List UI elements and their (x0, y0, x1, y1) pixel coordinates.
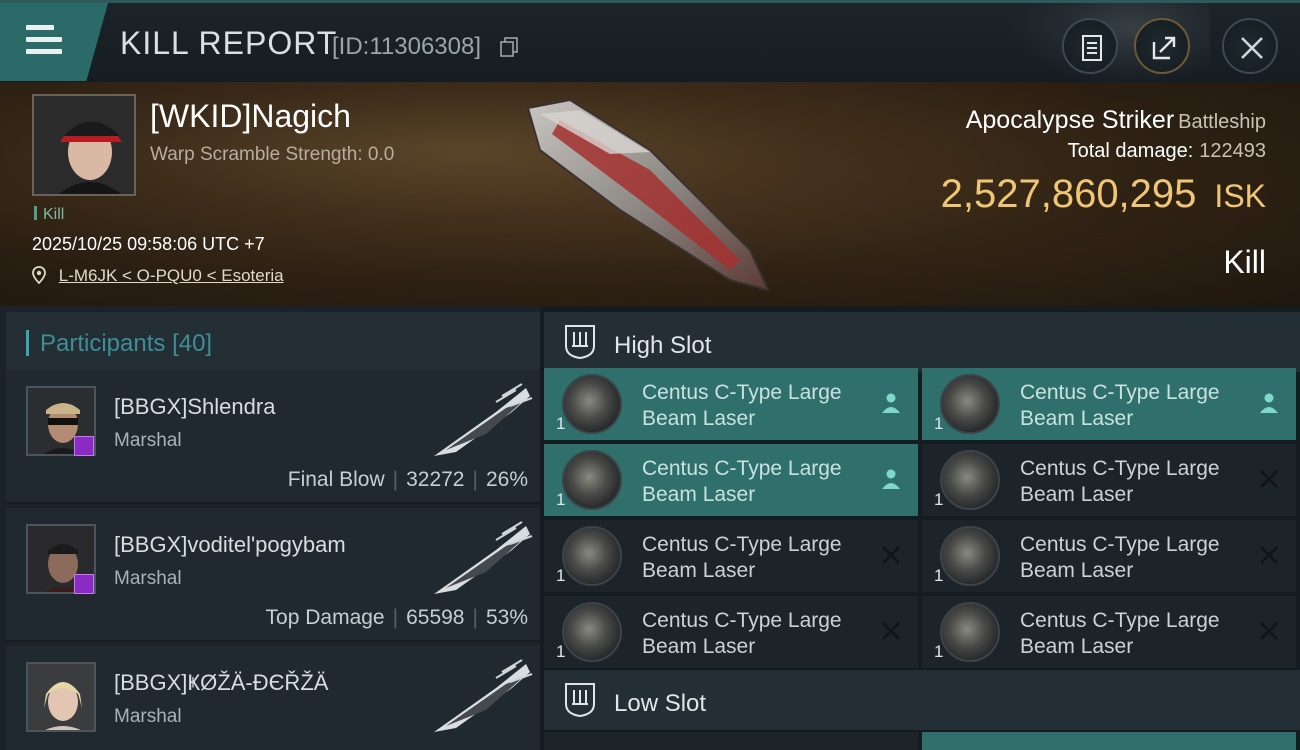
high-slot-icon (565, 325, 595, 360)
module-name: Centus C-Type Large Beam Laser (1020, 609, 1220, 658)
module-name: Centus C-Type Large Beam Laser (1020, 457, 1220, 506)
beam-laser-module-icon (940, 450, 1000, 510)
participants-panel: Participants [40] [BBGX]Shlendra Marshal… (0, 306, 540, 750)
kill-tag: Kill (34, 206, 64, 224)
module-name: Centus C-Type Large Beam Laser (642, 457, 842, 506)
top-bar: KILL REPORT [ID:11306308] (0, 0, 1300, 85)
share-button[interactable] (1134, 18, 1190, 74)
high-slot-item[interactable]: 1 Centus C-Type Large Beam Laser (922, 520, 1296, 592)
menu-button[interactable] (0, 3, 108, 81)
beam-laser-module-icon (940, 526, 1000, 586)
total-damage: Total damage: 122493 (1067, 140, 1266, 162)
module-quantity: 1 (556, 490, 566, 509)
beam-laser-module-icon (562, 374, 622, 434)
person-icon (1260, 393, 1278, 413)
module-name: Centus C-Type Large Beam Laser (1020, 381, 1220, 430)
victim-portrait[interactable] (32, 94, 136, 196)
person-icon (882, 393, 900, 413)
participant-ship-icon (434, 659, 533, 732)
module-quantity: 1 (556, 566, 566, 585)
low-slot-icon (565, 683, 595, 718)
person-icon (882, 469, 900, 489)
participant-row[interactable]: [BBGX]ҜØŽÄ-ĐЄŘŽÄ Marshal (6, 646, 540, 750)
beam-laser-module-icon (940, 374, 1000, 434)
fitting-panel: High Slot 1 Centus C-Type Large Beam Lase… (540, 306, 1300, 750)
module-name: Centus C-Type Large Beam Laser (642, 609, 842, 658)
clipboard-button[interactable] (1062, 18, 1118, 74)
destroyed-x-icon (882, 622, 900, 640)
participant-name: [BBGX]Shlendra (114, 394, 276, 419)
module-quantity: 1 (556, 642, 566, 661)
high-slot-item[interactable]: 1 Centus C-Type Large Beam Laser (922, 444, 1296, 516)
participant-rank: Marshal (114, 430, 182, 451)
beam-laser-module-icon (940, 602, 1000, 662)
info-badge-icon (74, 436, 94, 456)
destroyed-x-icon (1260, 470, 1278, 488)
participant-stats: Top Damage | 65598 | 53% (265, 606, 528, 629)
info-badge-icon (74, 574, 94, 594)
close-button[interactable] (1222, 18, 1278, 74)
participant-rank: Marshal (114, 568, 182, 589)
module-name: Centus C-Type Large Beam Laser (642, 533, 842, 582)
close-icon (1241, 37, 1263, 59)
participant-name: [BBGX]ҜØŽÄ-ĐЄŘŽÄ (114, 670, 329, 695)
low-slot-header[interactable]: Low Slot (544, 670, 1300, 730)
high-slot-item[interactable]: 1 Centus C-Type Large Beam Laser (544, 444, 918, 516)
participant-stats: Final Blow | 32272 | 26% (287, 468, 528, 491)
share-icon (1152, 36, 1176, 60)
participant-row[interactable]: [BBGX]Shlendra Marshal Final Blow | 32272 |… (6, 370, 540, 504)
high-slot-item[interactable]: 1 Centus C-Type Large Beam Laser (544, 520, 918, 592)
high-slot-header[interactable]: High Slot (544, 312, 1300, 372)
participant-rank: Marshal (114, 706, 182, 727)
victim-banner: [WKID]Nagich Warp Scramble Strength: 0.0… (0, 82, 1300, 306)
beam-laser-module-icon (562, 526, 622, 586)
module-quantity: 1 (934, 642, 944, 661)
destroyed-x-icon (1260, 546, 1278, 564)
participant-row[interactable]: [BBGX]voditel'pogybam Marshal Top Damage… (6, 508, 540, 642)
beam-laser-module-icon (562, 602, 622, 662)
victim-name[interactable]: [WKID]Nagich (150, 98, 351, 135)
high-slot-item[interactable]: 1 Centus C-Type Large Beam Laser (922, 368, 1296, 440)
copy-icon[interactable] (500, 37, 518, 57)
hamburger-icon (26, 25, 62, 55)
module-name: Centus C-Type Large Beam Laser (642, 381, 842, 430)
location-text: L-M6JK < O-PQU0 < Esoteria (58, 266, 284, 285)
participant-portrait[interactable] (26, 662, 96, 732)
module-quantity: 1 (934, 566, 944, 585)
module-name: Centus C-Type Large Beam Laser (1020, 533, 1220, 582)
high-slot-item[interactable]: 1 Centus C-Type Large Beam Laser (544, 368, 918, 440)
low-slot-item[interactable] (922, 732, 1296, 750)
kill-datetime: 2025/10/25 09:58:06 UTC +7 (32, 234, 265, 254)
participant-ship-icon (434, 521, 533, 594)
result-label: Kill (1223, 244, 1266, 280)
destroyed-x-icon (1260, 622, 1278, 640)
warp-scramble-text: Warp Scramble Strength: 0.0 (150, 144, 395, 165)
isk-value: 2,527,860,295 ISK (940, 172, 1266, 216)
page-title: KILL REPORT (120, 25, 338, 61)
victim-ship-image (526, 98, 770, 292)
module-quantity: 1 (556, 414, 566, 433)
high-slot-item[interactable]: 1 Centus C-Type Large Beam Laser (922, 596, 1296, 668)
high-slot-item[interactable]: 1 Centus C-Type Large Beam Laser (544, 596, 918, 668)
location-link[interactable]: L-M6JK < O-PQU0 < Esoteria (32, 266, 284, 286)
beam-laser-module-icon (562, 450, 622, 510)
report-id: [ID:11306308] (332, 33, 482, 60)
low-slot-item[interactable] (544, 732, 918, 750)
destroyed-x-icon (882, 546, 900, 564)
participant-name: [BBGX]voditel'pogybam (114, 532, 346, 557)
clipboard-icon (1082, 35, 1102, 61)
location-pin-icon (32, 266, 46, 285)
participants-header[interactable]: Participants [40] (6, 312, 540, 372)
module-quantity: 1 (934, 414, 944, 433)
victim-ship-name: Apocalypse Striker Battleship (965, 106, 1266, 134)
module-quantity: 1 (934, 490, 944, 509)
participant-ship-icon (434, 383, 533, 456)
